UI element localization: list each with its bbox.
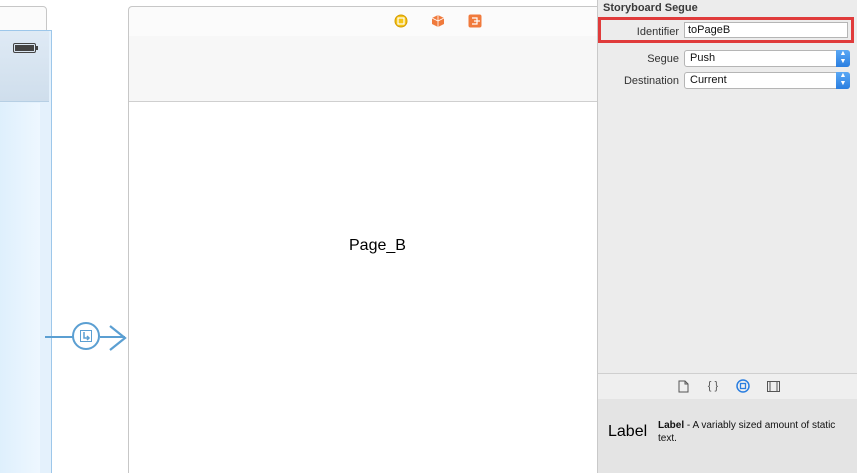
library-item-desc-text: - A variably sized amount of static text… [658,420,836,444]
code-snippet-icon[interactable]: { } [706,379,720,393]
attributes-inspector: Storyboard Segue Identifier Segue Push ▲… [597,0,857,473]
previous-scene[interactable] [0,30,52,473]
media-library-icon[interactable] [766,379,780,393]
previous-scene-dock [0,6,47,32]
segue-label: Segue [647,53,679,65]
library-item-label[interactable]: Label Label - A variably sized amount of… [598,399,857,473]
page-b-scene[interactable]: Page_B [128,36,597,473]
library-tabs: { } [598,373,857,400]
select-stepper-icon: ▲ ▼ [836,72,850,89]
library-item-description: Label - A variably sized amount of stati… [658,419,838,445]
destination-label: Destination [623,75,679,87]
exit-icon[interactable] [468,14,482,28]
storyboard-canvas[interactable]: Page_B [0,0,597,473]
inspector-section-title: Storyboard Segue [603,2,698,14]
scene-dock[interactable] [128,6,597,38]
object-library-icon[interactable] [736,379,750,393]
first-responder-icon[interactable] [431,14,445,28]
segue-select[interactable]: Push ▲ ▼ [684,50,850,67]
identifier-label: Identifier [636,26,679,38]
navigation-bar[interactable] [129,36,597,102]
previous-scene-body [0,103,40,473]
library-item-preview: Label [608,423,648,440]
library-item-name: Label [658,420,685,431]
file-template-icon[interactable] [676,379,690,393]
select-stepper-icon: ▲ ▼ [836,50,850,67]
segue-arrow-icon [109,325,127,351]
page-b-label[interactable]: Page_B [349,237,406,255]
segue-icon[interactable] [72,322,100,350]
segue-line [45,336,75,338]
view-controller-icon[interactable] [394,14,408,28]
identifier-field[interactable] [684,22,848,38]
destination-select-value: Current [690,74,727,86]
segue-select-value: Push [690,52,716,64]
battery-icon [13,43,38,53]
destination-select[interactable]: Current ▲ ▼ [684,72,850,89]
previous-scene-navbar [0,31,49,102]
